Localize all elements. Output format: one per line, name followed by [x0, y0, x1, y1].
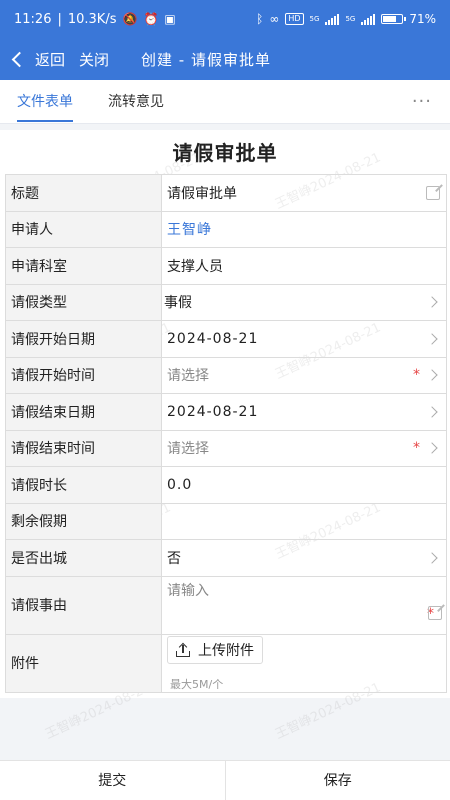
page-title: 创建 - 请假审批单: [141, 50, 271, 69]
reason-placeholder: 请输入: [167, 582, 209, 599]
field-label: 请假结束时间: [6, 430, 162, 466]
signal-2-icon: [361, 13, 376, 25]
row-remaining: 剩余假期: [6, 503, 446, 540]
row-end-date: 请假结束日期 2024-08-21: [6, 394, 446, 431]
title-value: 请假审批单: [167, 185, 237, 202]
battery-text: 71%: [409, 12, 436, 26]
out-of-city-value: 否: [167, 550, 181, 567]
field-label: 请假开始日期: [6, 321, 162, 357]
field-label: 请假事由: [6, 576, 162, 634]
chevron-right-icon: [426, 296, 438, 308]
edit-icon[interactable]: [426, 185, 440, 200]
field-label: 请假类型: [6, 284, 162, 320]
field-label: 附件: [6, 634, 162, 692]
end-time-placeholder: 请选择: [167, 441, 209, 458]
hd-badge: HD: [285, 13, 304, 25]
row-duration: 请假时长 0.0: [6, 467, 446, 504]
field-label: 申请人: [6, 211, 162, 247]
chevron-left-icon: [11, 51, 28, 67]
end-date-value: 2024-08-21: [167, 403, 259, 420]
upload-hint: 最大5M/个: [170, 677, 224, 691]
tab-opinions[interactable]: 流转意见: [91, 80, 182, 124]
required-mark: *: [413, 367, 420, 384]
duration-field: 0.0: [162, 467, 446, 503]
status-time: 11:26: [14, 11, 52, 27]
duration-value: 0.0: [167, 476, 193, 493]
start-date-value: 2024-08-21: [167, 330, 259, 347]
chevron-right-icon: [426, 369, 438, 381]
back-label: 返回: [35, 50, 66, 69]
chevron-right-icon: [426, 442, 438, 454]
row-start-date: 请假开始日期 2024-08-21: [6, 321, 446, 358]
field-label: 是否出城: [6, 540, 162, 576]
back-button[interactable]: 返回: [0, 49, 65, 70]
signal-2-label: 5G: [345, 15, 356, 23]
leave-type-value: 事假: [164, 295, 192, 312]
field-label: 请假时长: [6, 467, 162, 503]
signal-1-icon: [325, 13, 340, 25]
signal-1-label: 5G: [309, 15, 320, 23]
nav-bar: 返回 关闭 创建 - 请假审批单: [0, 38, 450, 80]
bluetooth-icon: ᛒ: [256, 12, 264, 26]
start-date-picker[interactable]: 2024-08-21: [162, 321, 446, 357]
department-value: 支撑人员: [167, 258, 223, 275]
tab-bar: 文件表单 流转意见 ···: [0, 80, 450, 124]
remaining-field: [162, 504, 446, 540]
form-title: 请假审批单: [172, 141, 278, 165]
department-field: 支撑人员: [162, 248, 446, 284]
chevron-right-icon: [426, 552, 438, 564]
submit-button[interactable]: 提交: [0, 761, 225, 800]
form-sheet: 王智峥2024-08-21 王智峥2024-08-21 王智峥2024-08-2…: [0, 130, 450, 742]
close-button[interactable]: 关闭: [79, 49, 109, 70]
status-bar: 11:26 | 10.3K/s 🔕 ⏰ ▣ ᛒ ∞ HD 5G 5G 71%: [0, 0, 450, 38]
field-label: 请假开始时间: [6, 357, 162, 393]
row-attachment: 附件 上传附件 最大5M/个: [6, 634, 446, 693]
row-leave-type: 请假类型 事假: [6, 284, 446, 321]
row-reason: 请假事由 请输入 *: [6, 576, 446, 635]
attachment-field: 上传附件 最大5M/个: [162, 635, 446, 692]
row-out-of-city: 是否出城 否: [6, 540, 446, 577]
link-icon: ∞: [269, 12, 280, 26]
chevron-right-icon: [426, 406, 438, 418]
end-time-picker[interactable]: 请选择 *: [162, 431, 446, 467]
field-label: 剩余假期: [6, 503, 162, 539]
mute-icon: 🔕: [122, 12, 138, 26]
alarm-icon: ⏰: [143, 12, 159, 26]
field-label: 标题: [6, 175, 162, 211]
edit-icon[interactable]: [428, 605, 442, 620]
row-start-time: 请假开始时间 请选择 *: [6, 357, 446, 394]
field-label: 请假结束日期: [6, 394, 162, 430]
start-time-picker[interactable]: 请选择 *: [162, 358, 446, 394]
applicant-field: 王智峥: [162, 212, 446, 248]
more-icon[interactable]: ···: [412, 91, 432, 112]
title-field[interactable]: 请假审批单: [162, 175, 446, 211]
required-mark: *: [413, 440, 420, 457]
leave-form: 标题 请假审批单 申请人 王智峥 申请科室 支撑人员 请假类型 事假 请假开始日…: [5, 174, 447, 693]
battery-icon: [381, 14, 407, 24]
row-end-time: 请假结束时间 请选择 *: [6, 430, 446, 467]
tab-form[interactable]: 文件表单: [0, 80, 91, 124]
bottom-action-bar: 提交 保存: [0, 760, 450, 800]
reason-textarea[interactable]: 请输入 *: [162, 577, 446, 634]
chevron-right-icon: [426, 333, 438, 345]
end-date-picker[interactable]: 2024-08-21: [162, 394, 446, 430]
app-notification-icon: ▣: [164, 12, 176, 26]
upload-attachment-button[interactable]: 上传附件: [167, 635, 263, 664]
row-applicant: 申请人 王智峥: [6, 211, 446, 248]
upload-icon: [176, 643, 190, 657]
row-department: 申请科室 支撑人员: [6, 248, 446, 285]
leave-type-select[interactable]: 事假: [162, 285, 446, 321]
save-button[interactable]: 保存: [224, 761, 450, 800]
row-title: 标题 请假审批单: [6, 175, 446, 212]
upload-label: 上传附件: [198, 642, 254, 659]
field-label: 申请科室: [6, 248, 162, 284]
network-speed: 10.3K/s: [67, 11, 117, 27]
start-time-placeholder: 请选择: [167, 368, 209, 385]
applicant-value[interactable]: 王智峥: [167, 219, 212, 239]
out-of-city-select[interactable]: 否: [162, 540, 446, 576]
